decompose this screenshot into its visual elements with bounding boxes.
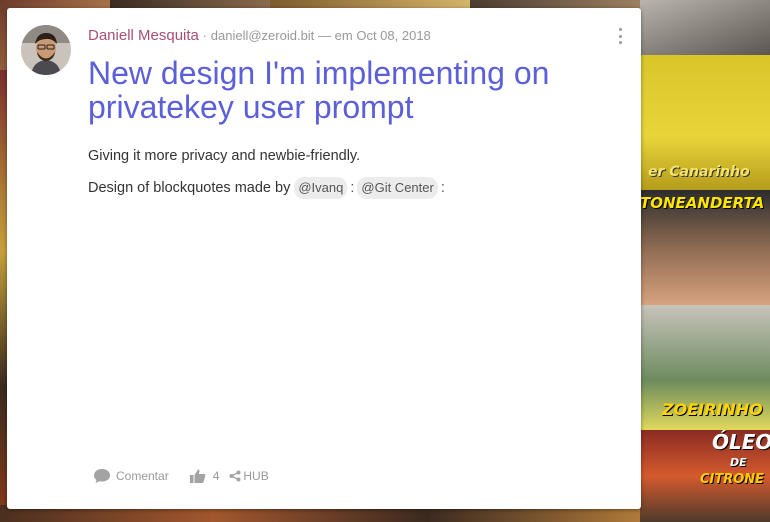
meta-separator: · xyxy=(202,28,207,43)
author-name[interactable]: Daniell Mesquita xyxy=(88,27,199,44)
background-caption: ÓLEO xyxy=(712,430,770,454)
background-caption: TONEANDERTA xyxy=(640,194,765,212)
mention-ivanq[interactable]: @Ivanq xyxy=(294,177,348,199)
avatar[interactable] xyxy=(21,25,71,75)
background-caption: er Canarinho xyxy=(648,164,750,180)
background-caption: ZOEIRINHO xyxy=(662,400,763,419)
thumbs-up-icon xyxy=(189,468,206,484)
post-meta: Daniell Mesquita · daniell@zeroid.bit — … xyxy=(88,27,431,44)
vertical-dots-icon[interactable] xyxy=(617,28,623,44)
background-caption: CITRONE xyxy=(700,472,765,487)
post-body-line: Design of blockquotes made by @Ivanq: @Gi… xyxy=(88,177,618,199)
post-actions: Comentar 4 HUB xyxy=(93,468,269,484)
share-label: HUB xyxy=(243,469,269,483)
post-date: — em Oct 08, 2018 xyxy=(318,28,431,43)
like-button[interactable]: 4 xyxy=(189,468,220,484)
post-card: Daniell Mesquita · daniell@zeroid.bit — … xyxy=(7,8,641,509)
trailing-separator: : xyxy=(440,180,445,196)
mention-separator: : xyxy=(350,180,355,196)
mention-git-center[interactable]: @Git Center xyxy=(357,177,438,199)
body-text: Design of blockquotes made by xyxy=(88,180,291,196)
share-button[interactable]: HUB xyxy=(229,469,269,483)
background-caption: DE xyxy=(730,456,747,469)
post-body-line: Giving it more privacy and newbie-friend… xyxy=(88,148,361,164)
comment-button[interactable]: Comentar xyxy=(93,468,169,484)
comment-label: Comentar xyxy=(116,469,169,483)
background-tile xyxy=(640,0,770,55)
post-title[interactable]: New design I'm implementing on privateke… xyxy=(88,56,628,124)
speech-bubble-icon xyxy=(93,468,111,484)
author-email: daniell@zeroid.bit xyxy=(210,28,315,43)
like-count: 4 xyxy=(212,469,220,483)
share-icon xyxy=(229,470,241,482)
post-body: Giving it more privacy and newbie-friend… xyxy=(88,147,618,211)
